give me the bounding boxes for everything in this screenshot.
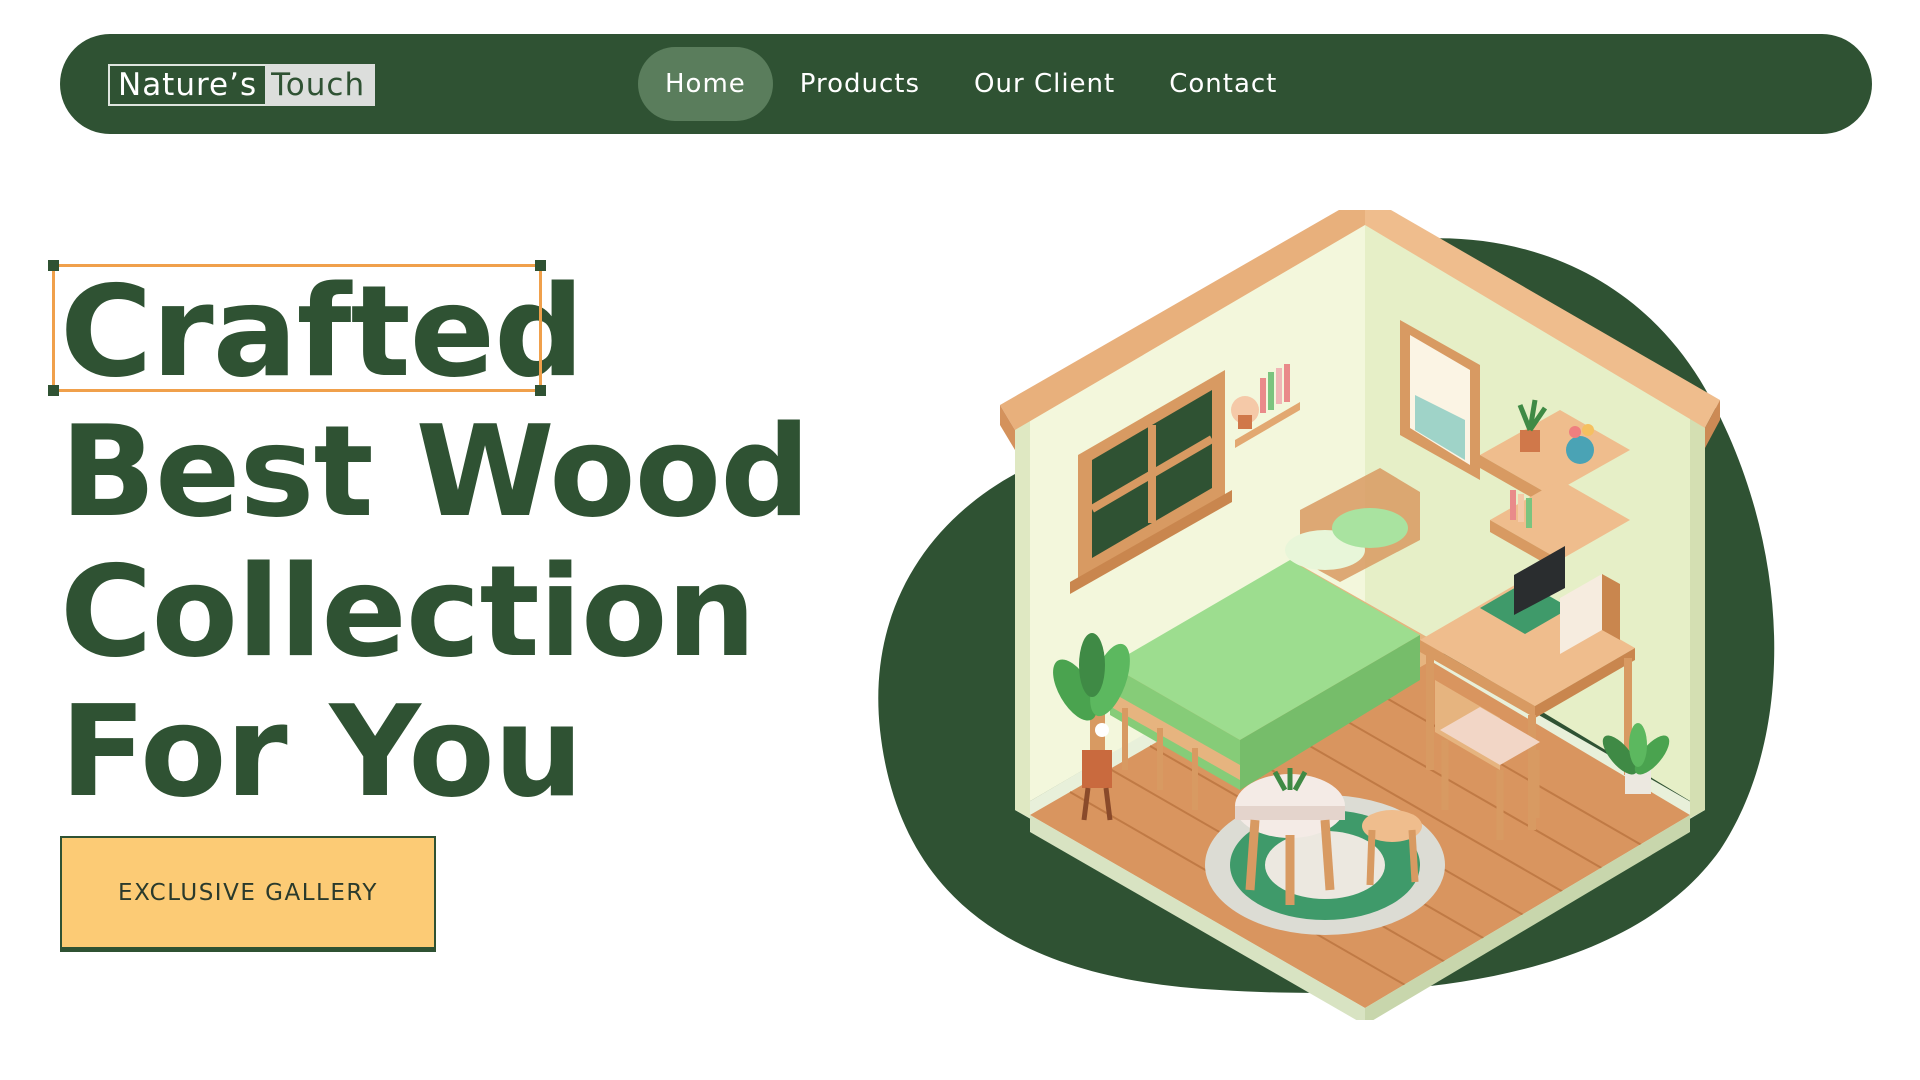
headline-line-best-wood: Best Wood <box>60 398 810 545</box>
brand-logo[interactable]: Nature’s Touch <box>108 64 376 106</box>
brand-logo-part1: Nature’s <box>108 64 266 106</box>
nav-item-contact[interactable]: Contact <box>1142 47 1304 121</box>
nav-item-our-client[interactable]: Our Client <box>947 47 1142 121</box>
text-selection-frame <box>48 260 546 396</box>
main-menu: Home Products Our Client Contact <box>638 47 1304 121</box>
resize-handle-top-left[interactable] <box>48 260 59 271</box>
resize-handle-bottom-left[interactable] <box>48 385 59 396</box>
brand-logo-part2: Touch <box>265 64 376 106</box>
resize-handle-top-right[interactable] <box>535 260 546 271</box>
headline-line-collection: Collection <box>60 538 756 685</box>
headline-line-for-you: For You <box>60 678 583 825</box>
exclusive-gallery-button[interactable]: EXCLUSIVE GALLERY <box>60 836 436 952</box>
resize-handle-bottom-right[interactable] <box>535 385 546 396</box>
nav-item-products[interactable]: Products <box>773 47 947 121</box>
top-navbar: Nature’s Touch Home Products Our Client … <box>60 34 1872 134</box>
isometric-bedroom-illustration <box>878 210 1775 1020</box>
nav-item-home[interactable]: Home <box>638 47 773 121</box>
